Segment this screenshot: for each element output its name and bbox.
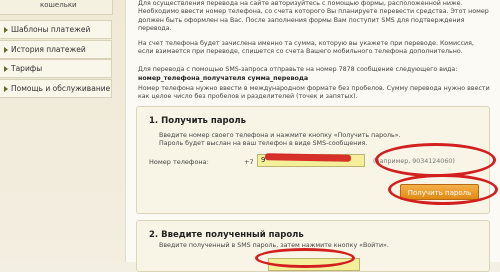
get-password-button[interactable]: Получить пароль <box>400 184 479 200</box>
step2-title: 2. Введите полученный пароль <box>149 230 304 240</box>
phone-label: Номер телефона: <box>149 158 209 166</box>
sidebar-item-label: История платежей <box>11 45 86 54</box>
format-paragraph: Номер телефона нужно ввести в международ… <box>138 85 490 101</box>
sms-paragraph: Для перевода с помощью SMS-запроса отпра… <box>138 66 458 73</box>
sidebar-item-templates[interactable]: Шаблоны платежей <box>0 20 112 39</box>
sidebar-item-label: Шаблоны платежей <box>11 25 91 34</box>
sidebar: кошельки Шаблоны платежей История платеж… <box>0 0 117 262</box>
step2-instruction: Введите полученный в SMS пароль, затем н… <box>159 242 389 249</box>
sidebar-wallet-label: кошельки <box>40 1 77 9</box>
bullet-icon <box>4 47 8 53</box>
intro-paragraph: Для осуществления перевода на сайте авто… <box>138 0 489 32</box>
phone-prefix: +7 <box>244 158 254 166</box>
main-content: Для осуществления перевода на сайте авто… <box>125 0 500 272</box>
sms-format: номер_телефона_получателя сумма_перевода <box>138 75 309 82</box>
sidebar-item-help[interactable]: Помощь и обслуживание <box>0 79 112 98</box>
sidebar-item-tariffs[interactable]: Тарифы <box>0 59 112 78</box>
sidebar-item-history[interactable]: История платежей <box>0 40 112 59</box>
commission-paragraph: На счет телефона будет зачислена именно … <box>138 40 474 56</box>
bullet-icon <box>4 86 8 92</box>
redaction-scribble <box>264 153 352 162</box>
step2-panel: 2. Введите полученный пароль Введите пол… <box>136 220 490 272</box>
bullet-icon <box>4 66 8 72</box>
sidebar-wallet-item[interactable]: кошельки <box>0 0 113 15</box>
sidebar-item-label: Помощь и обслуживание <box>11 84 111 93</box>
bullet-icon <box>4 27 8 33</box>
sidebar-item-label: Тарифы <box>11 64 43 73</box>
phone-hint: (например, 9034124060) <box>373 158 455 165</box>
step1-instruction: Введите номер своего телефона и нажмите … <box>159 132 401 139</box>
password-input[interactable] <box>268 258 360 271</box>
step1-note: Пароль будет выслан на ваш телефон в вид… <box>159 140 368 147</box>
step1-title: 1. Получить пароль <box>149 116 247 126</box>
